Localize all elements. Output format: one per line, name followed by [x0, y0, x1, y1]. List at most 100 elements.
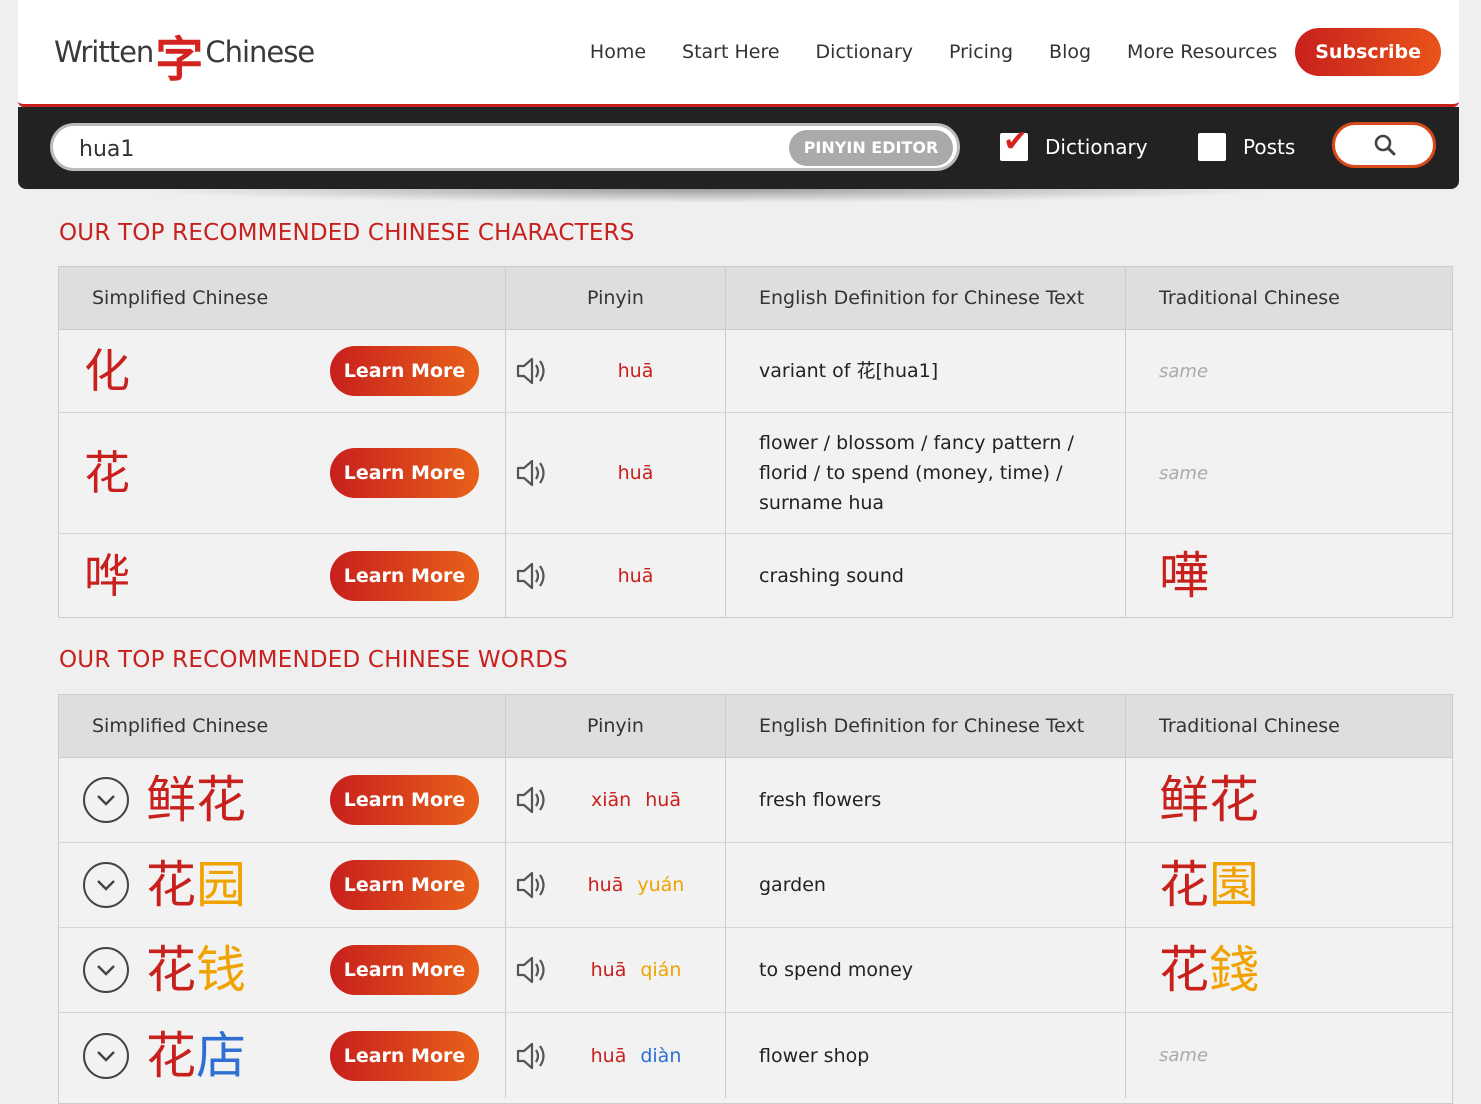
dictionary-checkbox[interactable]: ✔ — [1000, 127, 1028, 161]
nav-more-resources[interactable]: More Resources — [1127, 29, 1277, 75]
pinyin-cell: xiān huā — [506, 758, 726, 842]
simplified-word[interactable]: 花园 — [146, 860, 246, 910]
col-pinyin: Pinyin — [506, 695, 726, 757]
site-header: Written 字 Chinese Home Start Here Dictio… — [18, 0, 1459, 107]
definition-text: crashing sound — [759, 565, 904, 587]
traditional-cell: 嘩 — [1126, 534, 1452, 618]
learn-more-button[interactable]: Learn More — [330, 860, 479, 910]
col-simplified: Simplified Chinese — [59, 267, 506, 329]
traditional-char[interactable]: 嘩 — [1159, 551, 1209, 601]
definition-cell: garden — [726, 843, 1126, 927]
chevron-down-icon — [97, 880, 115, 891]
simplified-word[interactable]: 花钱 — [146, 945, 246, 995]
expand-button[interactable] — [83, 862, 129, 908]
simplified-word[interactable]: 鲜花 — [146, 775, 246, 825]
traditional-word[interactable]: 花園 — [1159, 860, 1259, 910]
simplified-char[interactable]: 花 — [84, 450, 130, 496]
characters-table: Simplified Chinese Pinyin English Defini… — [58, 266, 1453, 618]
definition-cell: flower shop — [726, 1013, 1126, 1098]
pinyin-cell: huā — [506, 534, 726, 618]
definition-cell: flower / blossom / fancy pattern / flori… — [726, 413, 1126, 533]
word-char: 花 — [1159, 856, 1209, 914]
traditional-cell: 花園 — [1126, 843, 1452, 927]
learn-more-button[interactable]: Learn More — [330, 1030, 479, 1081]
simplified-word[interactable]: 花店 — [146, 1031, 246, 1081]
learn-more-button[interactable]: Learn More — [330, 346, 479, 396]
pinyin-syllable: huā — [617, 360, 654, 382]
traditional-cell: 鲜花 — [1126, 758, 1452, 842]
definition-cell: to spend money — [726, 928, 1126, 1012]
learn-more-button[interactable]: Learn More — [330, 551, 479, 601]
pinyin-syllable: huā — [587, 874, 624, 896]
table-row: 花园 Learn More huā yuán garden 花園 — [59, 843, 1452, 928]
table-row: 花钱 Learn More huā qián to spend money 花錢 — [59, 928, 1452, 1013]
definition-text: fresh flowers — [759, 789, 882, 811]
simplified-cell: 鲜花 Learn More — [59, 758, 506, 842]
pinyin-syllable: qián — [640, 959, 682, 981]
pinyin-syllable: huā — [645, 789, 681, 811]
expand-button[interactable] — [83, 947, 129, 993]
simplified-cell: 花钱 Learn More — [59, 928, 506, 1012]
pinyin-syllable: huā — [617, 462, 654, 484]
nav-dictionary[interactable]: Dictionary — [816, 29, 913, 75]
traditional-same: same — [1159, 462, 1209, 484]
simplified-cell: 花店 Learn More — [59, 1013, 506, 1098]
pinyin-syllable: huā — [590, 1044, 627, 1067]
traditional-word[interactable]: 鲜花 — [1159, 775, 1259, 825]
learn-more-button[interactable]: Learn More — [330, 945, 479, 995]
pinyin-syllable: diàn — [640, 1044, 682, 1067]
word-char: 钱 — [196, 941, 246, 999]
search-button[interactable] — [1332, 122, 1436, 168]
col-traditional: Traditional Chinese — [1159, 287, 1340, 309]
subscribe-button[interactable]: Subscribe — [1295, 28, 1441, 76]
logo-char: 字 — [155, 32, 204, 88]
pinyin-syllable: xiān — [591, 789, 632, 811]
nav-pricing[interactable]: Pricing — [949, 29, 1013, 75]
simplified-cell: 花园 Learn More — [59, 843, 506, 927]
pinyin-syllable: huā — [590, 959, 627, 981]
expand-button[interactable] — [83, 1032, 129, 1079]
nav-home[interactable]: Home — [590, 29, 646, 75]
definition-cell: variant of 花[hua1] — [726, 330, 1126, 412]
table-row: 花店 Learn More huā diàn flower shop same — [59, 1013, 1452, 1098]
traditional-cell: same — [1126, 1013, 1452, 1098]
nav-start-here[interactable]: Start Here — [682, 29, 780, 75]
definition-line: florid / to spend (money, time) / — [759, 462, 1063, 484]
pinyin-cell: huā qián — [506, 928, 726, 1012]
table-row: 哗 Learn More huā crashing sound 嘩 — [59, 534, 1452, 618]
table-header: Simplified Chinese Pinyin English Defini… — [59, 695, 1452, 758]
col-definition: English Definition for Chinese Text — [726, 267, 1126, 329]
word-char: 花 — [146, 856, 196, 914]
search-field: PINYIN EDITOR — [50, 123, 960, 171]
chevron-down-icon — [97, 795, 115, 806]
word-char: 花 — [1159, 941, 1209, 999]
pinyin-cell: huā diàn — [506, 1013, 726, 1098]
word-char: 錢 — [1209, 941, 1259, 999]
search-input[interactable] — [77, 133, 781, 165]
traditional-cell: same — [1126, 413, 1452, 533]
logo[interactable]: Written 字 Chinese — [54, 22, 315, 88]
simplified-cell: 化 Learn More — [59, 330, 506, 412]
nav-blog[interactable]: Blog — [1049, 29, 1091, 75]
definition-text: to spend money — [759, 959, 914, 981]
simplified-char[interactable]: 化 — [84, 348, 130, 394]
traditional-word[interactable]: 花錢 — [1159, 945, 1259, 995]
simplified-char[interactable]: 哗 — [84, 553, 130, 599]
traditional-cell: 花錢 — [1126, 928, 1452, 1012]
table-row: 鲜花 Learn More xiān huā fresh flowers 鲜花 — [59, 758, 1452, 843]
definition-text: garden — [759, 874, 826, 896]
logo-text-left: Written — [54, 35, 154, 69]
word-char: 园 — [196, 856, 246, 914]
pinyin-cell: huā — [506, 330, 726, 412]
posts-checkbox[interactable] — [1198, 133, 1226, 161]
pinyin-syllable: huā — [617, 565, 654, 587]
words-section-title: OUR TOP RECOMMENDED CHINESE WORDS — [59, 647, 568, 673]
characters-section-title: OUR TOP RECOMMENDED CHINESE CHARACTERS — [59, 220, 635, 246]
learn-more-button[interactable]: Learn More — [330, 775, 479, 825]
expand-button[interactable] — [83, 777, 129, 823]
col-simplified: Simplified Chinese — [59, 695, 506, 757]
pinyin-editor-button[interactable]: PINYIN EDITOR — [789, 130, 953, 166]
definition-line: flower / blossom / fancy pattern / — [759, 432, 1074, 454]
learn-more-button[interactable]: Learn More — [330, 448, 479, 498]
word-char: 花 — [146, 941, 196, 999]
